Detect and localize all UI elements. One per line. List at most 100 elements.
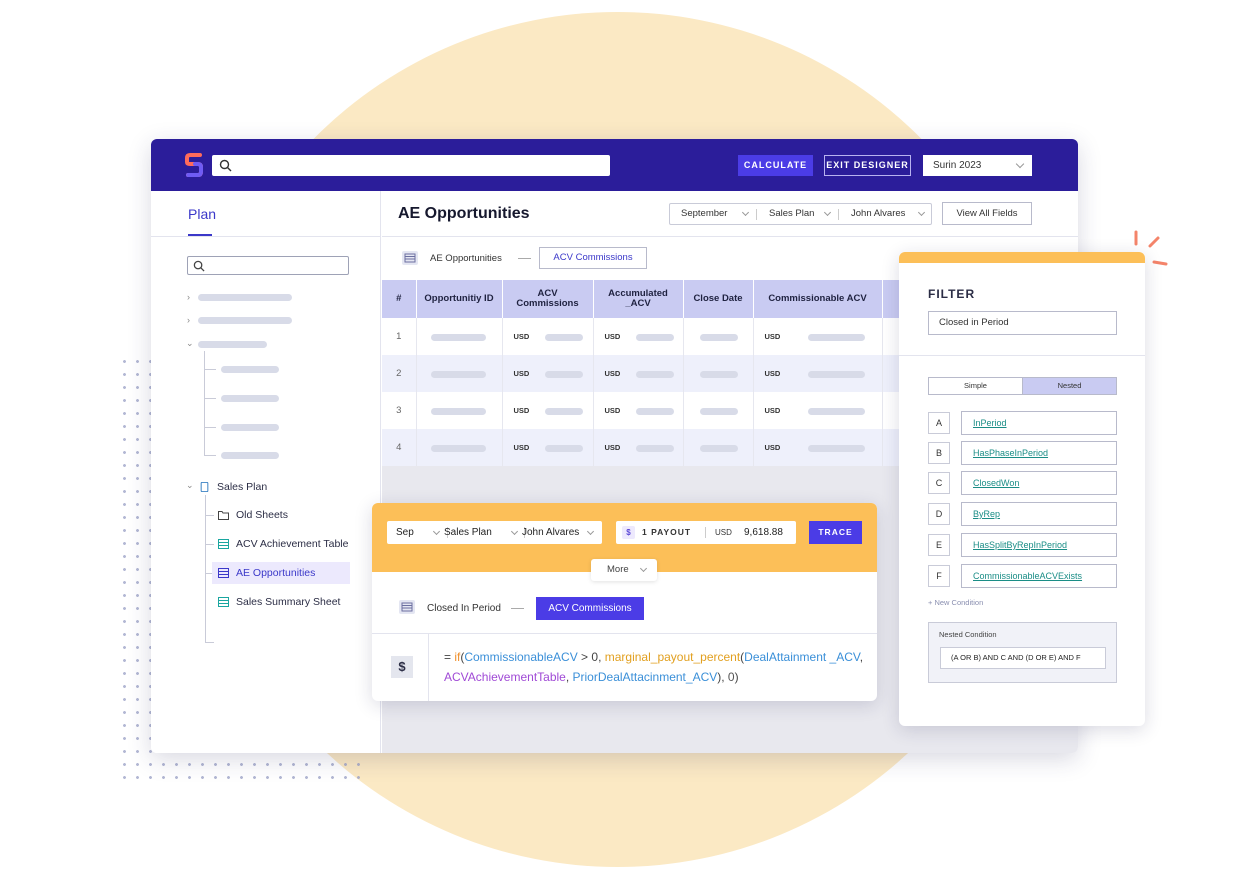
table-cell: USD: [753, 429, 883, 466]
tree-item-label: Sales Plan: [217, 481, 268, 493]
trace-plan-select[interactable]: Sales Plan: [444, 521, 492, 544]
tree-placeholder: [221, 395, 279, 402]
tab-plan[interactable]: Plan: [188, 206, 216, 222]
table-cell: USD: [753, 318, 883, 355]
condition-letter: F: [928, 565, 950, 587]
context-filters[interactable]: September Sales Plan John Alvares: [669, 203, 932, 225]
table-row[interactable]: 2 USD USD USD: [382, 355, 903, 392]
row-number-cell: 1: [382, 318, 417, 355]
filter-title: FILTER: [928, 287, 976, 301]
divider: [382, 236, 1078, 237]
calculate-button[interactable]: CALCULATE: [738, 155, 813, 176]
tree-placeholder: [221, 424, 279, 431]
arrow-right-icon: [511, 608, 524, 609]
formula-dollar-icon: $: [391, 656, 413, 678]
chevron-down-icon[interactable]: ⌄: [186, 338, 194, 349]
trace-context-selector[interactable]: Sep Sales Plan John Alvares: [387, 521, 602, 544]
trace-month-select[interactable]: Sep: [396, 521, 414, 544]
filter-panel: FILTER Closed in Period Simple Nested A …: [899, 252, 1145, 726]
sidebar: Plan › › ⌄ ⌄ Sales Plan Old Sheets ACV A…: [151, 191, 381, 753]
chevron-right-icon[interactable]: ›: [187, 292, 190, 302]
chevron-down-icon: [586, 527, 595, 536]
breadcrumb-label: AE Opportunities: [430, 253, 502, 264]
table-cell: [416, 429, 503, 466]
trace-breadcrumb-chip[interactable]: ACV Commissions: [536, 597, 644, 620]
column-header[interactable]: Accumulated _ACV: [593, 280, 684, 318]
table-cell: [683, 318, 754, 355]
condition-value[interactable]: HasSplitByRepInPeriod: [961, 533, 1117, 557]
divider: [756, 209, 757, 220]
condition-value[interactable]: CommissionableACVExists: [961, 564, 1117, 588]
table-row[interactable]: 1 USD USD USD: [382, 318, 903, 355]
condition-value[interactable]: HasPhaseInPeriod: [961, 441, 1117, 465]
payout-label: 1 PAYOUT: [642, 527, 692, 537]
table-icon: [218, 597, 229, 607]
sidebar-search-input[interactable]: [187, 256, 349, 275]
condition-value[interactable]: InPeriod: [961, 411, 1117, 435]
tree-item-sales-summary-sheet[interactable]: Sales Summary Sheet: [212, 591, 352, 613]
nested-condition-input[interactable]: (A OR B) AND C AND (D OR E) AND F: [940, 647, 1106, 669]
condition-value[interactable]: ByRep: [961, 502, 1117, 526]
table-row[interactable]: 4 USD USD USD: [382, 429, 903, 466]
tree-line: [204, 455, 216, 456]
new-condition-link[interactable]: + New Condition: [928, 598, 983, 607]
trace-person-select[interactable]: John Alvares: [522, 521, 579, 544]
filter-name-input[interactable]: Closed in Period: [928, 311, 1117, 335]
chevron-down-icon: [741, 208, 750, 217]
document-icon: [200, 482, 209, 492]
tree-placeholder: [221, 366, 279, 373]
tree-item-sales-plan[interactable]: Sales Plan: [193, 476, 323, 498]
chevron-down-icon: [823, 208, 832, 217]
tree-placeholder: [198, 294, 292, 301]
dollar-icon: $: [622, 526, 635, 539]
tree-item-label: ACV Achievement Table: [236, 538, 349, 550]
tree-placeholder: [221, 452, 279, 459]
global-search-input[interactable]: [212, 155, 610, 176]
formula-text[interactable]: = if(CommissionableACV > 0, marginal_pay…: [444, 647, 864, 687]
tree-line: [204, 427, 216, 428]
tree-item-ae-opportunities[interactable]: AE Opportunities: [212, 562, 350, 584]
table-row[interactable]: 3 USD USD USD: [382, 392, 903, 429]
column-header[interactable]: Close Date: [683, 280, 754, 318]
plan-filter[interactable]: Sales Plan: [769, 204, 814, 224]
tree-item-acv-achievement-table[interactable]: ACV Achievement Table: [212, 533, 358, 555]
condition-letter: A: [928, 412, 950, 434]
column-header[interactable]: Commissionable ACV: [753, 280, 883, 318]
tree-line: [205, 642, 214, 643]
chevron-down-icon: [1015, 159, 1025, 169]
tree-line: [204, 351, 205, 455]
table-icon: [402, 251, 418, 265]
condition-value[interactable]: ClosedWon: [961, 471, 1117, 495]
view-all-fields-button[interactable]: View All Fields: [942, 202, 1032, 225]
breadcrumb-chip[interactable]: ACV Commissions: [539, 247, 647, 269]
exit-designer-button[interactable]: EXIT DESIGNER: [824, 155, 911, 176]
more-label: More: [607, 564, 629, 575]
month-filter[interactable]: September: [681, 204, 727, 224]
year-select[interactable]: Surin 2023: [923, 155, 1032, 176]
table-cell: [416, 318, 503, 355]
divider: [372, 633, 877, 634]
tree-placeholder: [198, 341, 267, 348]
mode-nested[interactable]: Nested: [1022, 378, 1116, 394]
divider: [428, 634, 429, 701]
person-filter[interactable]: John Alvares: [851, 204, 905, 224]
table-cell: [683, 429, 754, 466]
column-header[interactable]: Opportunitiy ID: [416, 280, 503, 318]
top-bar: CALCULATE EXIT DESIGNER Surin 2023: [151, 139, 1078, 191]
search-icon: [193, 260, 205, 272]
column-header[interactable]: #: [382, 280, 417, 318]
filter-mode-toggle[interactable]: Simple Nested: [928, 377, 1117, 395]
arrow-right-icon: [518, 258, 531, 259]
column-header[interactable]: ACV Commissions: [502, 280, 594, 318]
mode-simple[interactable]: Simple: [929, 378, 1022, 394]
chevron-down-icon: [917, 208, 926, 217]
app-logo-icon: [185, 153, 203, 177]
tree-item-old-sheets[interactable]: Old Sheets: [212, 504, 352, 526]
more-button[interactable]: More: [591, 559, 657, 581]
payout-amount: 9,618.88: [744, 527, 783, 538]
tree-item-label: Old Sheets: [236, 509, 288, 521]
chevron-right-icon[interactable]: ›: [187, 315, 190, 325]
divider: [705, 527, 706, 538]
trace-button[interactable]: TRACE: [809, 521, 862, 544]
chevron-down-icon: [432, 527, 441, 536]
